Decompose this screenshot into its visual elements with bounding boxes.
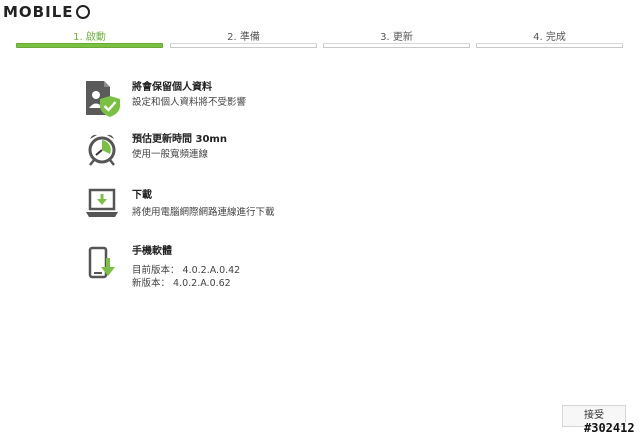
step-label: 1. 啟動	[73, 32, 106, 43]
alarm-clock-icon	[88, 134, 116, 166]
mobile01-logo: MOBILE	[3, 2, 90, 22]
step-progress-bar	[323, 43, 470, 48]
info-item-phone-software: 手機軟體 目前版本： 4.0.2.A.0.42 新版本： 4.0.2.A.0.6…	[82, 242, 482, 289]
step-progress-bar	[16, 43, 163, 48]
new-version-text: 新版本： 4.0.2.A.0.62	[132, 278, 231, 289]
step-progress-bar	[170, 43, 317, 48]
phone-download-icon	[88, 246, 115, 279]
step-start: 1. 啟動	[16, 26, 163, 50]
current-version-text: 目前版本： 4.0.2.A.0.42	[132, 265, 241, 276]
step-label: 3. 更新	[380, 32, 413, 43]
step-update: 3. 更新	[323, 26, 470, 50]
step-prepare: 2. 準備	[170, 26, 317, 50]
info-item-estimated-time: 預估更新時間 30mn 使用一般寬頻連線	[82, 130, 482, 176]
item-title: 下載	[132, 190, 152, 201]
logo-ring-icon	[75, 5, 90, 19]
info-item-download: 下載 將使用電腦網際網路連線進行下載	[82, 186, 482, 232]
item-description: 設定和個人資料將不受影響	[132, 97, 247, 108]
step-label: 4. 完成	[533, 32, 566, 43]
item-description: 將使用電腦網際網路連線進行下載	[132, 207, 275, 218]
item-description: 使用一般寬頻連線	[132, 149, 209, 160]
step-label: 2. 準備	[227, 32, 260, 43]
progress-steps: 1. 啟動 2. 準備 3. 更新 4. 完成	[16, 26, 628, 52]
item-title: 手機軟體	[132, 246, 172, 257]
user-shield-icon	[86, 81, 120, 117]
watermark-id: #302412	[584, 421, 635, 435]
info-item-personal-data: 將會保留個人資料 設定和個人資料將不受影響	[82, 78, 482, 124]
step-complete: 4. 完成	[476, 26, 623, 50]
step-progress-bar	[476, 43, 623, 48]
item-title: 預估更新時間 30mn	[132, 134, 227, 145]
item-title: 將會保留個人資料	[132, 82, 212, 93]
laptop-download-icon	[86, 188, 118, 217]
logo-text: MOBILE	[3, 3, 74, 21]
